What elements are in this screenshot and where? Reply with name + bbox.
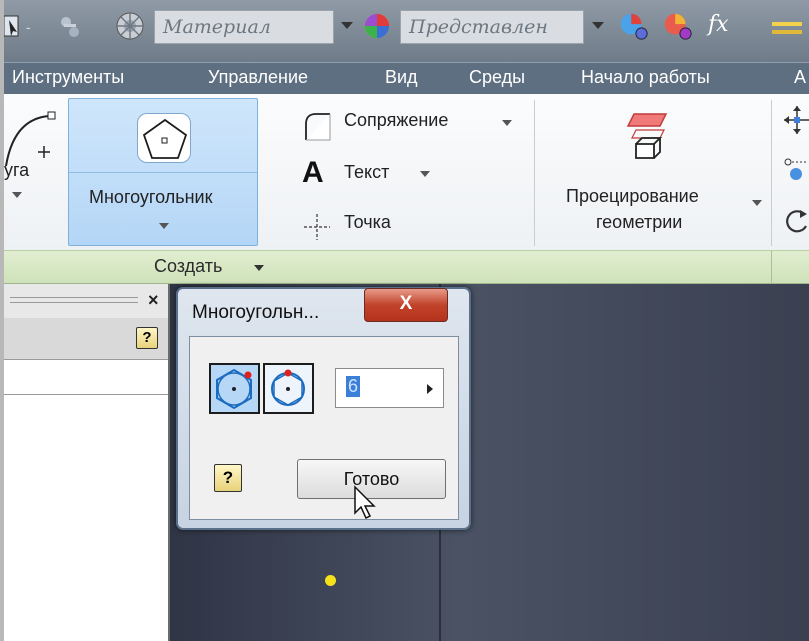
dialog-title: Многоугольн...	[192, 302, 320, 323]
polygon-label: Многоугольник	[89, 187, 213, 207]
dialog-close-label: X	[399, 293, 413, 314]
tab-view[interactable]: Вид	[385, 67, 418, 88]
appearance-override-icon[interactable]	[616, 10, 652, 42]
sides-count-value: 6	[346, 376, 361, 397]
tab-overflow[interactable]: А	[794, 67, 806, 88]
browser-grip[interactable]	[10, 297, 138, 303]
quick-access-toolbar: - Материал Представлен fx	[4, 0, 809, 62]
polygon-dropdown-arrow[interactable]	[159, 223, 169, 229]
material-icon[interactable]	[114, 10, 146, 42]
point-label: Точка	[344, 212, 391, 232]
inscribed-mode-button[interactable]	[209, 363, 260, 414]
copy-icon[interactable]	[782, 152, 809, 186]
toolbar-more-icon[interactable]	[766, 10, 809, 42]
create-panel-label: Создать	[154, 256, 223, 276]
tab-manage[interactable]: Управление	[208, 67, 308, 88]
browser-spacer	[4, 360, 168, 396]
create-panel-dropdown-arrow[interactable]	[254, 265, 264, 271]
ribbon-tabs: Инструменты Управление Вид Среды Начало …	[4, 62, 809, 94]
parameters-fx-icon[interactable]: fx	[708, 12, 729, 37]
tab-environments[interactable]: Среды	[469, 67, 525, 88]
polygon-dialog: Многоугольн... X 6 ? Готово	[176, 287, 471, 530]
dialog-help-label: ?	[222, 468, 234, 487]
circumscribed-icon	[271, 369, 305, 406]
fillet-button[interactable]: Сопряжение	[294, 108, 524, 142]
browser-tree[interactable]	[4, 394, 168, 641]
rotate-icon[interactable]	[782, 204, 809, 238]
clear-appearance-icon[interactable]	[660, 10, 696, 42]
text-dropdown-arrow[interactable]	[420, 171, 430, 177]
sketch-center-point[interactable]	[325, 575, 336, 586]
text-label: Текст	[344, 162, 390, 182]
panel-title-bar: Создать	[4, 250, 809, 285]
arc-button[interactable]: уга	[4, 98, 66, 246]
polygon-icon	[137, 113, 191, 163]
inventor-window: - Материал Представлен fx Инструменты Уп…	[0, 0, 809, 641]
sides-spinner-arrow[interactable]	[427, 384, 433, 394]
appearance-icon[interactable]	[360, 10, 394, 42]
browser-header: ×	[4, 284, 168, 318]
point-button[interactable]: Точка	[294, 208, 434, 242]
appearance-combo[interactable]: Представлен	[400, 10, 584, 44]
select-icon[interactable]: -	[4, 10, 48, 42]
appearance-dropdown-arrow[interactable]	[592, 22, 604, 29]
polygon-split-line	[69, 172, 257, 173]
material-dropdown-arrow[interactable]	[341, 22, 353, 29]
mouse-cursor-icon	[354, 485, 376, 520]
ribbon-separator	[771, 100, 772, 246]
inscribed-icon	[216, 368, 252, 410]
project-geometry-label-line1: Проецирование	[566, 186, 699, 206]
panel-separator	[771, 251, 772, 285]
project-geometry-button[interactable]: Проецирование геометрии	[552, 98, 768, 246]
text-icon: A	[302, 156, 324, 189]
fillet-label: Сопряжение	[344, 110, 449, 130]
browser-help-label: ?	[142, 329, 152, 346]
project-geometry-dropdown-arrow[interactable]	[752, 200, 762, 206]
sides-count-input[interactable]: 6	[335, 368, 444, 408]
ribbon-separator	[534, 100, 535, 246]
project-geometry-label-line2: геометрии	[596, 212, 683, 232]
appearance-placeholder: Представлен	[409, 16, 548, 38]
project-geometry-icon	[626, 113, 668, 159]
polygon-button[interactable]: Многоугольник	[68, 98, 258, 246]
dialog-close-button[interactable]: X	[364, 288, 448, 322]
move-icon[interactable]	[782, 104, 809, 136]
browser-toolbar: ?	[4, 318, 168, 360]
circumscribed-mode-button[interactable]	[263, 363, 314, 414]
dialog-help-icon[interactable]: ?	[214, 464, 242, 492]
mass-icon[interactable]	[56, 10, 86, 42]
dialog-body: 6 ? Готово	[189, 336, 459, 520]
fx-label: fx	[708, 12, 729, 37]
fillet-icon	[305, 113, 331, 141]
browser-close-button[interactable]: ×	[148, 290, 159, 311]
svg-text:-: -	[26, 19, 31, 35]
model-browser: × ?	[4, 284, 170, 641]
tab-get-started[interactable]: Начало работы	[581, 67, 710, 88]
arc-dropdown-arrow[interactable]	[12, 192, 22, 198]
fillet-dropdown-arrow[interactable]	[502, 120, 512, 126]
point-icon	[304, 214, 330, 240]
material-combo[interactable]: Материал	[154, 10, 334, 44]
create-panel-title[interactable]: Создать	[154, 256, 284, 280]
tab-tools[interactable]: Инструменты	[12, 67, 124, 88]
ribbon-panel: уга Многоугольник Сопряжение A Текст Точ…	[4, 94, 809, 250]
arc-label: уга	[4, 160, 30, 180]
browser-help-icon[interactable]: ?	[136, 327, 158, 349]
text-button[interactable]: A Текст	[294, 156, 454, 196]
material-placeholder: Материал	[163, 16, 271, 38]
